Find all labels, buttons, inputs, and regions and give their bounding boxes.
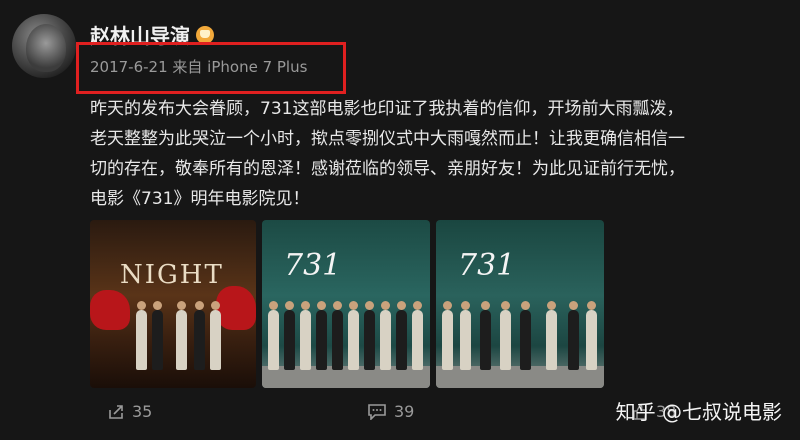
post-text-line: 切的存在，敬奉所有的恩泽！感谢莅临的领导、亲朋好友！为此见证前行无忧， [90,159,685,179]
post-meta: 2017-6-21 来自 iPhone 7 Plus [90,58,308,76]
share-count: 35 [132,402,153,421]
photo-title: NIGHT [120,260,224,290]
post-text-line: 老天整整为此哭泣一个小时，揿点零捌仪式中大雨嘎然而止！让我更确信相信一 [90,129,685,149]
post-text-line: 电影《731》明年电影院见！ [90,189,310,209]
photo-title: 731 [284,248,342,283]
post-text-line: 昨天的发布大会眷顾，731这部电影也印证了我执着的信仰，开场前大雨瓢泼， [90,99,684,119]
avatar[interactable] [12,14,76,78]
post-photo-1[interactable]: NIGHT [90,220,256,388]
post-photo-3[interactable]: 731 [436,220,604,388]
comment-action[interactable]: 39 [368,402,414,421]
share-icon [109,404,123,419]
verified-crown-icon [196,25,214,44]
post-photo-2[interactable]: 731 [262,220,430,388]
share-action[interactable]: 35 [108,402,152,421]
comment-count: 39 [394,402,415,421]
photo-title: 731 [458,248,516,283]
comment-icon [368,403,386,420]
post-text: 昨天的发布大会眷顾，731这部电影也印证了我执着的信仰，开场前大雨瓢泼， 老天整… [90,94,780,214]
watermark: 知乎 @七叔说电影 [615,400,782,424]
